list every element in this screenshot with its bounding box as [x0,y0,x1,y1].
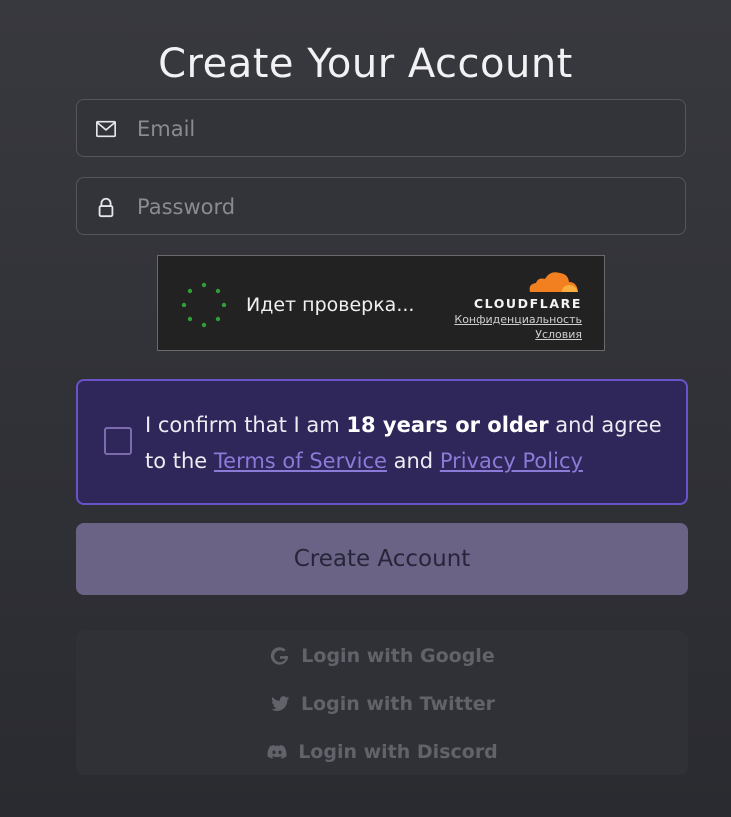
captcha-links: Конфиденциальность Условия [454,312,582,342]
login-twitter-label: Login with Twitter [300,693,496,715]
captcha-status: Идет проверка... [246,294,415,316]
google-icon [271,647,289,665]
terms-of-service-link[interactable]: Terms of Service [214,449,387,473]
email-input[interactable] [135,100,659,158]
social-login-panel: Login with Google Login with Twitter Log… [76,631,688,775]
twitter-icon [271,696,290,711]
password-input[interactable] [135,178,659,236]
cloudflare-brand: CLOUDFLARE [462,268,582,311]
mail-icon [96,120,116,138]
cloudflare-logo-icon [529,272,578,292]
consent-checkbox[interactable] [104,427,132,455]
consent-age: 18 years or older [346,413,549,437]
captcha-terms-link[interactable]: Условия [454,327,582,342]
consent-and: and [386,449,440,473]
captcha-privacy-link[interactable]: Конфиденциальность [454,312,582,327]
password-field-wrapper[interactable] [76,177,686,236]
age-consent-box: I confirm that I am 18 years or older an… [76,379,688,505]
login-google-button[interactable]: Login with Google [76,642,688,670]
cloudflare-captcha: Идет проверка... CLOUDFLARE Конфиденциал… [157,255,605,351]
privacy-policy-link[interactable]: Privacy Policy [440,449,583,473]
consent-prefix: I confirm that I am [145,413,347,437]
create-account-button[interactable]: Create Account [76,523,688,595]
email-field-wrapper[interactable] [76,99,686,158]
loading-spinner-icon [181,282,227,328]
login-discord-button[interactable]: Login with Discord [76,738,688,766]
login-twitter-button[interactable]: Login with Twitter [76,690,688,718]
consent-text: I confirm that I am 18 years or older an… [145,407,665,479]
lock-icon [98,197,114,218]
page-title: Create Your Account [158,40,573,87]
login-discord-label: Login with Discord [298,741,498,763]
cloudflare-wordmark: CLOUDFLARE [473,296,582,311]
discord-icon [267,744,287,759]
login-google-label: Login with Google [301,645,495,667]
